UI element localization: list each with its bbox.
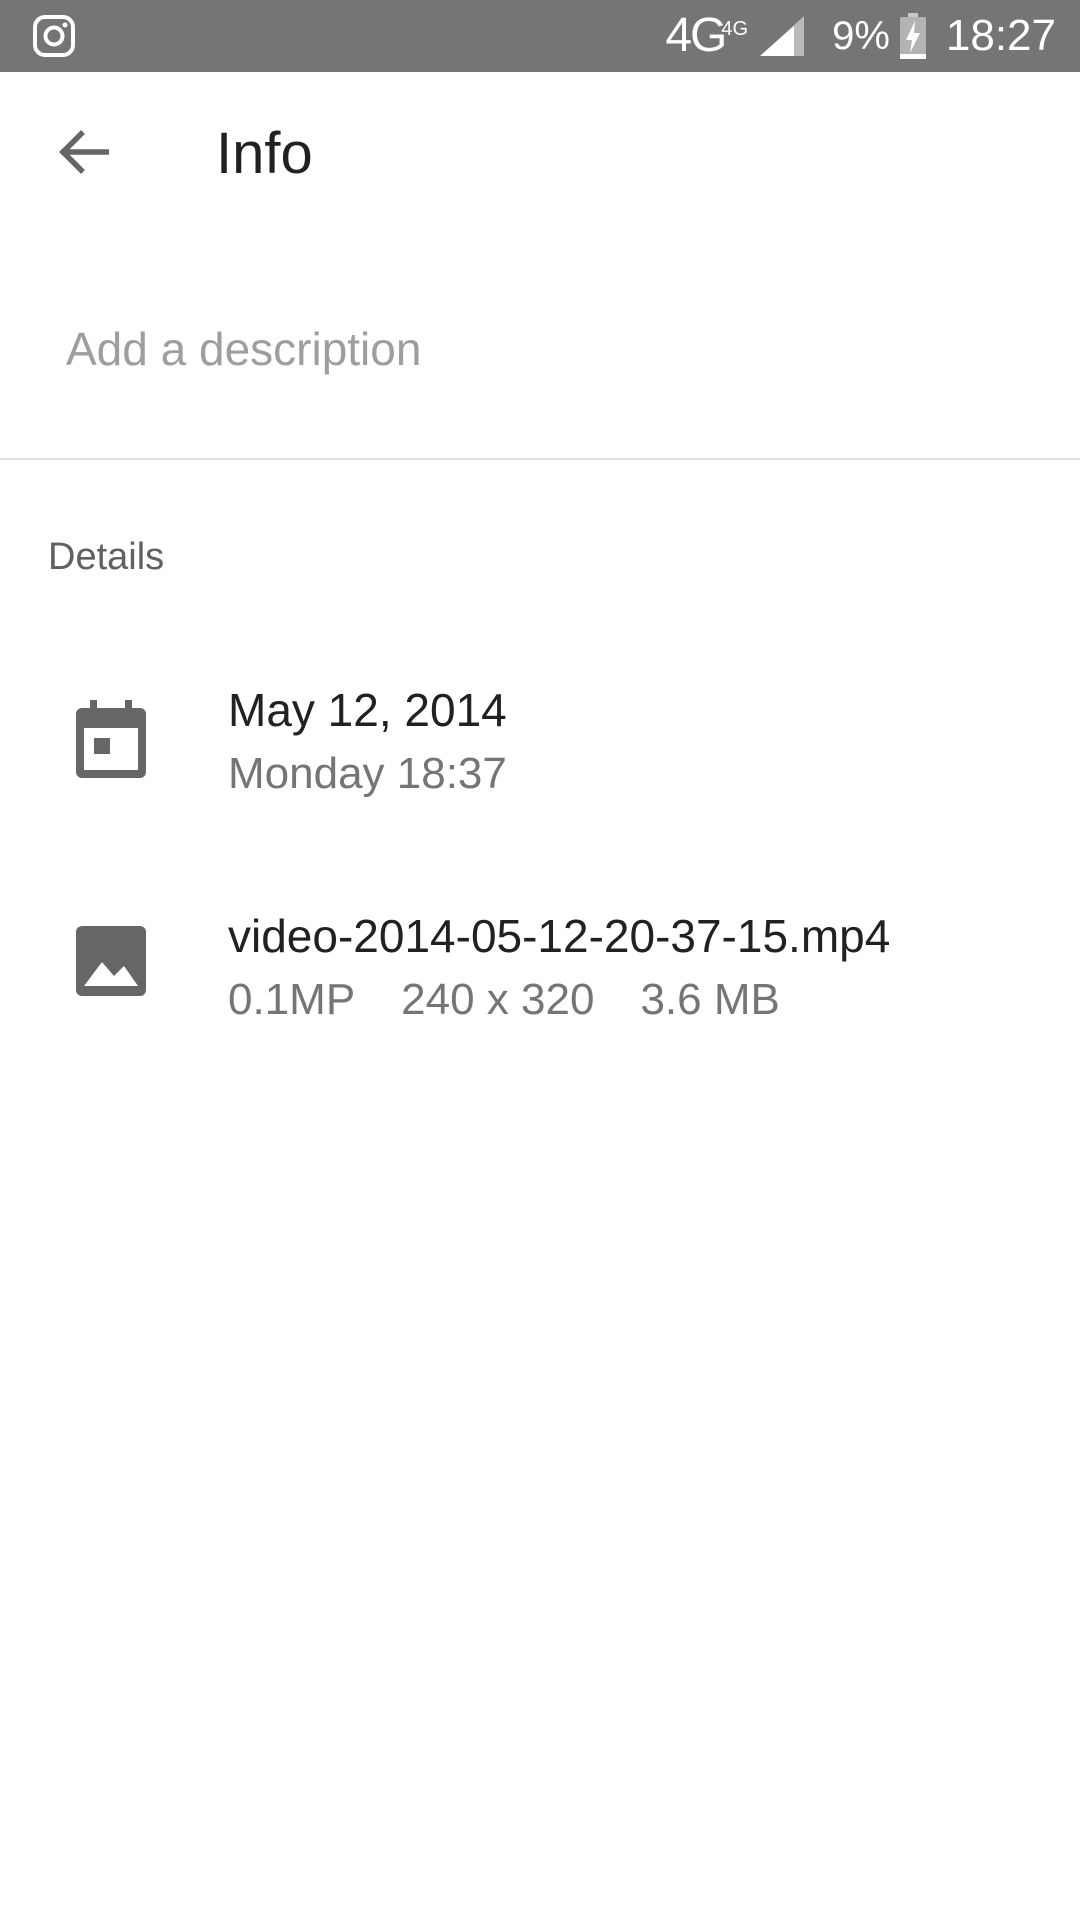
resolution: 240 x 320 [401, 975, 595, 1024]
megapixels: 0.1MP [228, 975, 356, 1024]
network-indicator: 4G4G [665, 0, 748, 72]
file-name: video-2014-05-12-20-37-15.mp4 [228, 910, 891, 962]
date-detail-row: May 12, 2014 Monday 18:37 [0, 680, 1080, 820]
arrow-back-icon [57, 129, 111, 180]
clock: 18:27 [945, 11, 1056, 60]
file-metadata: 0.1MP 240 x 320 3.6 MB [228, 970, 826, 1030]
details-header: Details [48, 536, 165, 578]
date-text: May 12, 2014 [228, 684, 507, 736]
network-type-superscript: 4G [721, 18, 749, 40]
back-button[interactable] [44, 114, 124, 194]
signal-icon [758, 14, 806, 58]
network-type: 4G [665, 9, 727, 62]
app-bar: Info [0, 72, 1080, 240]
day-time-text: Monday 18:37 [228, 749, 507, 798]
instagram-icon [32, 14, 76, 58]
image-icon [76, 926, 146, 1004]
file-detail-row: video-2014-05-12-20-37-15.mp4 0.1MP 240 x… [0, 906, 1080, 1046]
description-section [0, 288, 1080, 458]
status-bar: 4G4G 9% 18:27 [0, 0, 1080, 72]
file-size: 3.6 MB [640, 975, 780, 1024]
page-title: Info [216, 121, 313, 186]
battery-charging-icon [899, 13, 926, 59]
divider [0, 458, 1080, 460]
calendar-icon [76, 700, 146, 778]
status-indicators: 4G4G 9% 18:27 [665, 0, 1056, 72]
battery-percentage: 9% [832, 13, 890, 58]
description-input[interactable] [66, 322, 1026, 376]
screen: 4G4G 9% 18:27 Info Add a description Det… [0, 0, 1080, 1920]
